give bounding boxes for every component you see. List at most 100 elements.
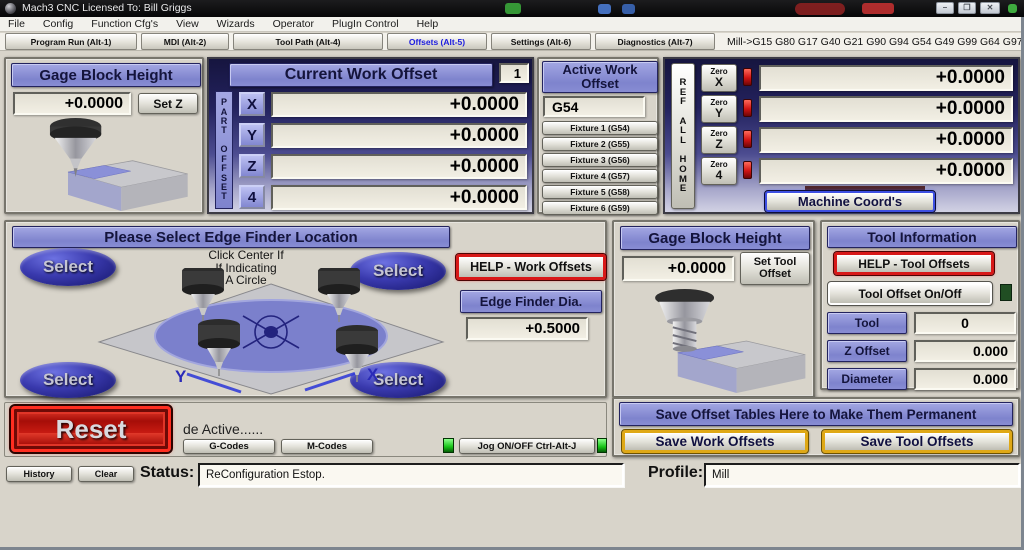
zero-y-button[interactable]: Zero Y	[701, 95, 737, 123]
jog-led-left	[443, 438, 454, 453]
mcodes-button[interactable]: M-Codes	[281, 439, 373, 454]
reset-button[interactable]: Reset	[11, 406, 171, 452]
clear-button[interactable]: Clear	[78, 466, 134, 482]
axis-label-y: Y	[175, 367, 187, 386]
menu-function-cfgs[interactable]: Function Cfg's	[91, 18, 158, 30]
zero-z-button[interactable]: Zero Z	[701, 126, 737, 154]
menu-file[interactable]: File	[8, 18, 25, 30]
diameter-dro[interactable]: 0.000	[914, 368, 1016, 390]
panel-title: Active Work Offset	[542, 61, 658, 93]
zero-4-button[interactable]: Zero 4	[701, 157, 737, 185]
tool-offset-led	[1000, 284, 1012, 301]
zero-x-button[interactable]: Zero X	[701, 64, 737, 92]
set-tool-offset-button[interactable]: Set Tool Offset	[740, 252, 810, 285]
panel-title: Current Work Offset	[229, 63, 493, 87]
machine-4-dro[interactable]: +0.0000	[759, 158, 1013, 184]
machine-coords-panel: R E F A L L H O M E Zero X +0.0000 Zero …	[663, 57, 1020, 214]
set-z-button[interactable]: Set Z	[138, 93, 198, 114]
axis-4-label: 4	[239, 185, 265, 209]
minimize-button[interactable]: –	[936, 2, 954, 14]
title-bar: Mach3 CNC Licensed To: Bill Griggs – ❐ ✕	[0, 0, 1024, 17]
menu-view[interactable]: View	[176, 18, 199, 30]
menu-config[interactable]: Config	[43, 18, 73, 30]
part-offset-z-dro[interactable]: +0.0000	[271, 154, 527, 179]
menu-operator[interactable]: Operator	[273, 18, 314, 30]
current-work-offset-panel: Current Work Offset 1 P A R T O F F S E …	[207, 57, 534, 214]
desktop-icon-artifact	[1008, 4, 1017, 13]
active-offset-dro[interactable]: G54	[543, 96, 645, 117]
desktop-icon-artifact	[795, 3, 845, 15]
part-offset-4-dro[interactable]: +0.0000	[271, 185, 527, 210]
active-work-offset-panel: Active Work Offset G54 Fixture 1 (G54) F…	[537, 57, 659, 214]
machine-y-dro[interactable]: +0.0000	[759, 96, 1013, 122]
desktop-icon-artifact	[622, 4, 635, 14]
tool-gage-height-dro[interactable]: +0.0000	[622, 256, 734, 281]
edge-finder-dia-dro[interactable]: +0.5000	[466, 317, 588, 340]
save-offsets-panel: Save Offset Tables Here to Make Them Per…	[612, 397, 1020, 457]
help-tool-offsets-button[interactable]: HELP - Tool Offsets	[834, 252, 994, 275]
home-led-x	[743, 68, 752, 86]
status-label: Status:	[140, 464, 194, 482]
fixture-2-button[interactable]: Fixture 2 (G55)	[542, 137, 658, 151]
fixture-3-button[interactable]: Fixture 3 (G56)	[542, 153, 658, 167]
axis-x-label: X	[239, 92, 265, 116]
reset-bar: Reset de Active...... G-Codes M-Codes Jo…	[4, 402, 607, 457]
fixture-5-button[interactable]: Fixture 5 (G58)	[542, 185, 658, 199]
profile-label: Profile:	[648, 464, 703, 482]
help-work-offsets-button[interactable]: HELP - Work Offsets	[456, 254, 606, 280]
ref-all-home-button[interactable]: R E F A L L H O M E	[671, 63, 695, 209]
mode-marquee-text: de Active......	[183, 421, 263, 437]
tool-information-panel: Tool Information HELP - Tool Offsets Too…	[820, 220, 1020, 390]
machine-coords-indicator-bar	[805, 186, 925, 190]
part-offset-label: P A R T O F F S E T	[215, 91, 233, 209]
fixture-6-button[interactable]: Fixture 6 (G59)	[542, 201, 658, 215]
panel-title: Tool Information	[827, 226, 1017, 248]
status-field: ReConfiguration Estop.	[198, 463, 624, 487]
tool-label: Tool	[827, 312, 907, 334]
screen-tab-bar: Program Run (Alt-1) MDI (Alt-2) Tool Pat…	[0, 33, 1024, 51]
home-led-4	[743, 161, 752, 179]
menu-plugin-control[interactable]: PlugIn Control	[332, 18, 399, 30]
menu-wizards[interactable]: Wizards	[217, 18, 255, 30]
z-offset-dro[interactable]: 0.000	[914, 340, 1016, 362]
jog-toggle-button[interactable]: Jog ON/OFF Ctrl-Alt-J	[459, 438, 595, 454]
tool-number-dro[interactable]: 0	[914, 312, 1016, 334]
maximize-button[interactable]: ❐	[958, 2, 976, 14]
close-button[interactable]: ✕	[980, 2, 1000, 14]
save-tool-offsets-button[interactable]: Save Tool Offsets	[822, 430, 1012, 453]
desktop-icon-artifact	[598, 4, 611, 14]
zero-axis-letter: 4	[716, 169, 723, 181]
edge-finder-panel: Please Select Edge Finder Location Click…	[4, 220, 607, 398]
gage-block-height-dro[interactable]: +0.0000	[13, 92, 131, 115]
part-offset-x-dro[interactable]: +0.0000	[271, 92, 527, 117]
active-gcode-modes: Mill->G15 G80 G17 G40 G21 G90 G94 G54 G4…	[727, 36, 1023, 48]
mach3-window: Mach3 CNC Licensed To: Bill Griggs – ❐ ✕…	[0, 0, 1024, 550]
part-offset-y-dro[interactable]: +0.0000	[271, 123, 527, 148]
panel-title: Save Offset Tables Here to Make Them Per…	[619, 402, 1013, 426]
tab-offsets[interactable]: Offsets (Alt-5)	[387, 33, 487, 50]
menu-help[interactable]: Help	[417, 18, 439, 30]
save-work-offsets-button[interactable]: Save Work Offsets	[622, 430, 808, 453]
fixture-1-button[interactable]: Fixture 1 (G54)	[542, 121, 658, 135]
home-led-z	[743, 130, 752, 148]
tab-settings[interactable]: Settings (Alt-6)	[491, 33, 591, 50]
zero-axis-letter: X	[715, 76, 723, 88]
machine-coords-button[interactable]: Machine Coord's	[765, 191, 935, 212]
fixture-4-button[interactable]: Fixture 4 (G57)	[542, 169, 658, 183]
z-offset-label: Z Offset	[827, 340, 907, 362]
probe-over-block-illustration	[16, 117, 196, 212]
tab-tool-path[interactable]: Tool Path (Alt-4)	[233, 33, 383, 50]
gcodes-button[interactable]: G-Codes	[183, 439, 275, 454]
tab-diagnostics[interactable]: Diagnostics (Alt-7)	[595, 33, 715, 50]
tool-offset-toggle-button[interactable]: Tool Offset On/Off	[828, 282, 992, 305]
machine-x-dro[interactable]: +0.0000	[759, 65, 1013, 91]
zero-axis-letter: Y	[715, 107, 723, 119]
machine-z-dro[interactable]: +0.0000	[759, 127, 1013, 153]
tab-program-run[interactable]: Program Run (Alt-1)	[5, 33, 137, 50]
home-led-y	[743, 99, 752, 117]
axis-label-x: X	[367, 365, 379, 384]
panel-title: Gage Block Height	[620, 226, 810, 250]
history-button[interactable]: History	[6, 466, 72, 482]
offset-page-dro[interactable]: 1	[499, 63, 529, 83]
tab-mdi[interactable]: MDI (Alt-2)	[141, 33, 229, 50]
